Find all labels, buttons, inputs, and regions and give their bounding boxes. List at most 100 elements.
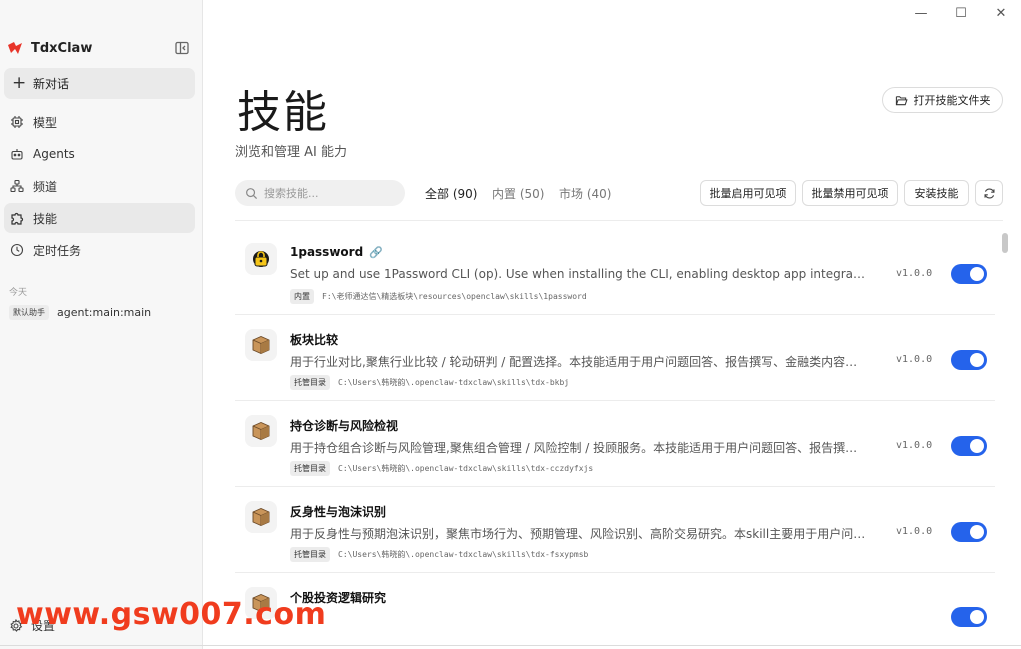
network-icon xyxy=(10,179,24,193)
skill-name: 板块比较 xyxy=(290,331,338,348)
sidebar-collapse-icon[interactable] xyxy=(174,40,190,56)
skill-name-text: 1password xyxy=(290,245,364,259)
minimize-button[interactable]: — xyxy=(901,0,941,26)
skill-name: 反身性与泡沫识别 xyxy=(290,503,386,520)
brand: TdxClaw xyxy=(7,38,92,58)
box-icon xyxy=(252,336,270,354)
plus-icon: + xyxy=(12,73,27,93)
watermark-text: www.gsw007.com xyxy=(16,597,327,632)
skill-meta: 内置 F:\老师通达信\精选板块\resources\openclaw\skil… xyxy=(290,289,587,304)
sidebar-item-label: 技能 xyxy=(33,211,58,226)
skill-icon xyxy=(245,501,277,533)
skill-source-tag: 内置 xyxy=(290,289,314,304)
skill-name-text: 持仓诊断与风险检视 xyxy=(290,419,399,433)
sidebar-item-label: Agents xyxy=(33,147,75,161)
app-window: — ☐ ✕ TdxClaw + 新对话 模型 Agents 频道 技能 定时任务… xyxy=(0,0,1021,649)
sidebar-item-label: 频道 xyxy=(33,179,58,194)
skill-enable-toggle[interactable] xyxy=(951,436,987,456)
refresh-icon xyxy=(983,188,995,198)
app-name: TdxClaw xyxy=(31,40,93,56)
sidebar-item-channels[interactable]: 频道 xyxy=(4,171,195,201)
skill-card[interactable]: 反身性与泡沫识别 用于反身性与预期泡沫识别，聚焦市场行为、预期管理、风险识别、高… xyxy=(235,487,995,573)
sidebar-item-skills[interactable]: 技能 xyxy=(4,203,195,233)
maximize-button[interactable]: ☐ xyxy=(941,0,981,26)
scrollbar-thumb[interactable] xyxy=(1002,233,1008,253)
filter-market[interactable]: 市场 (40) xyxy=(559,185,611,202)
skills-toolbar: 全部 (90) 内置 (50) 市场 (40) 批量启用可见项 批量禁用可见项 … xyxy=(235,180,1003,208)
sidebar-item-label: 定时任务 xyxy=(33,243,82,258)
skill-version: v1.0.0 xyxy=(896,440,933,451)
skill-name-text: 反身性与泡沫识别 xyxy=(290,505,387,519)
main-content: 技能 浏览和管理 AI 能力 打开技能文件夹 全部 (90) 内置 (50) 市… xyxy=(203,0,1021,649)
new-chat-button[interactable]: + 新对话 xyxy=(4,68,195,99)
sidebar: TdxClaw + 新对话 模型 Agents 频道 技能 定时任务 今天 默认… xyxy=(0,0,203,649)
page-title: 技能 xyxy=(237,87,329,138)
bulk-disable-button[interactable]: 批量禁用可见项 xyxy=(802,180,898,206)
filter-all[interactable]: 全部 (90) xyxy=(425,185,477,202)
tdxclaw-logo-icon xyxy=(8,42,22,54)
puzzle-icon xyxy=(11,212,24,225)
skill-enable-toggle[interactable] xyxy=(951,350,987,370)
skill-enable-toggle[interactable] xyxy=(951,522,987,542)
search-input[interactable] xyxy=(264,186,394,200)
skill-path: C:\Users\韩晓韵\.openclaw-tdxclaw\skills\td… xyxy=(338,550,589,559)
toolbar-divider xyxy=(235,220,1003,221)
skill-name-text: 板块比较 xyxy=(290,333,339,347)
open-skills-folder-label: 打开技能文件夹 xyxy=(913,94,991,107)
skill-version: v1.0.0 xyxy=(896,268,933,279)
lock-icon xyxy=(253,251,269,267)
skill-source-tag: 托管目录 xyxy=(290,547,330,562)
window-controls: — ☐ ✕ xyxy=(901,0,1021,26)
skill-icon xyxy=(245,243,277,275)
skill-source-tag: 托管目录 xyxy=(290,461,330,476)
skill-description: 用于行业对比,聚焦行业比较 / 轮动研判 / 配置选择。本技能适用于用户问题回答… xyxy=(290,355,866,369)
link-icon[interactable]: 🔗 xyxy=(369,246,383,259)
skill-path: C:\Users\韩晓韵\.openclaw-tdxclaw\skills\td… xyxy=(338,378,570,387)
skill-description: 用于持仓组合诊断与风险管理,聚焦组合管理 / 风险控制 / 投顾服务。本技能适用… xyxy=(290,441,866,455)
new-chat-label: 新对话 xyxy=(33,77,70,91)
bot-icon xyxy=(11,149,23,160)
skill-card[interactable]: 板块比较 用于行业对比,聚焦行业比较 / 轮动研判 / 配置选择。本技能适用于用… xyxy=(235,315,995,401)
chat-session-name: agent:main:main xyxy=(57,306,152,319)
skill-version: v1.0.0 xyxy=(896,354,933,365)
skill-description: Set up and use 1Password CLI (op). Use w… xyxy=(290,267,866,281)
skill-card[interactable]: 持仓诊断与风险检视 用于持仓组合诊断与风险管理,聚焦组合管理 / 风险控制 / … xyxy=(235,401,995,487)
skill-list: 1password 🔗 Set up and use 1Password CLI… xyxy=(235,229,1003,649)
chip-icon xyxy=(11,116,23,128)
open-skills-folder-button[interactable]: 打开技能文件夹 xyxy=(882,87,1003,113)
install-skill-button[interactable]: 安装技能 xyxy=(904,180,969,206)
skill-icon xyxy=(245,329,277,361)
bulk-enable-button[interactable]: 批量启用可见项 xyxy=(700,180,796,206)
default-assistant-badge: 默认助手 xyxy=(9,305,49,320)
box-icon xyxy=(252,422,270,440)
filter-builtin[interactable]: 内置 (50) xyxy=(492,185,544,202)
clock-icon xyxy=(10,243,24,257)
section-today-label: 今天 xyxy=(9,288,28,298)
close-button[interactable]: ✕ xyxy=(981,0,1021,26)
skill-name: 持仓诊断与风险检视 xyxy=(290,417,398,434)
skill-meta: 托管目录 C:\Users\韩晓韵\.openclaw-tdxclaw\skil… xyxy=(290,461,593,476)
skill-source-tag: 托管目录 xyxy=(290,375,330,390)
skill-name: 1password 🔗 xyxy=(290,245,383,259)
chat-history-item[interactable]: 默认助手 agent:main:main xyxy=(9,305,151,320)
sidebar-item-label: 模型 xyxy=(33,115,58,130)
skill-path: F:\老师通达信\精选板块\resources\openclaw\skills\… xyxy=(322,292,587,301)
skill-icon xyxy=(245,415,277,447)
search-box[interactable] xyxy=(235,180,405,206)
skill-card[interactable]: 1password 🔗 Set up and use 1Password CLI… xyxy=(235,229,995,315)
skill-enable-toggle[interactable] xyxy=(951,607,987,627)
skill-description: 用于反身性与预期泡沫识别，聚焦市场行为、预期管理、风险识别、高阶交易研究。本sk… xyxy=(290,527,866,541)
skill-meta: 托管目录 C:\Users\韩晓韵\.openclaw-tdxclaw\skil… xyxy=(290,547,588,562)
window-bottom-border xyxy=(0,645,1021,646)
sidebar-item-agents[interactable]: Agents xyxy=(4,139,195,169)
sidebar-item-models[interactable]: 模型 xyxy=(4,107,195,137)
search-icon xyxy=(246,187,258,199)
skill-enable-toggle[interactable] xyxy=(951,264,987,284)
skill-card[interactable]: 个股投资逻辑研究 xyxy=(235,573,995,649)
skill-path: C:\Users\韩晓韵\.openclaw-tdxclaw\skills\td… xyxy=(338,464,594,473)
skill-version: v1.0.0 xyxy=(896,526,933,537)
page-subtitle: 浏览和管理 AI 能力 xyxy=(235,145,347,160)
box-icon xyxy=(252,508,270,526)
sidebar-item-scheduled-tasks[interactable]: 定时任务 xyxy=(4,235,195,265)
refresh-button[interactable] xyxy=(975,180,1003,206)
